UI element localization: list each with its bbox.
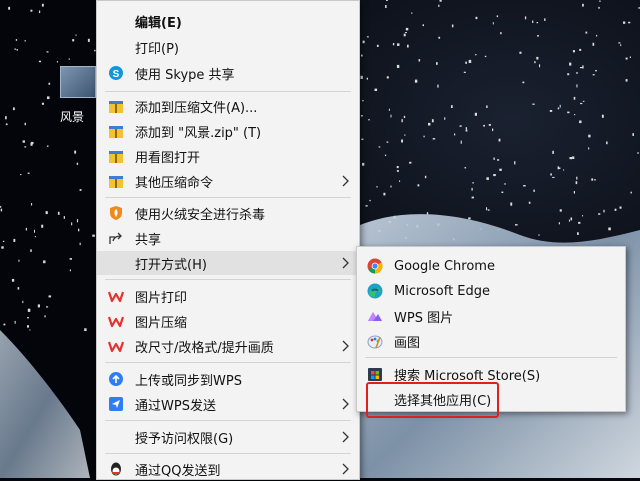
menu-item-resize-format[interactable]: 改尺寸/改格式/提升画质 [97,334,359,358]
menu-item-skype-share[interactable]: S 使用 Skype 共享 [97,61,359,85]
archive-icon [108,173,124,189]
menu-item-share[interactable]: 共享 [97,226,359,250]
menu-separator [105,197,351,198]
menu-separator [365,357,617,358]
wps-icon [108,338,124,354]
submenu-item-label: 搜索 Microsoft Store(S) [394,368,541,384]
wps-icon [108,288,124,304]
menu-item-label: 改尺寸/改格式/提升画质 [135,340,274,356]
submenu-item-edge[interactable]: Microsoft Edge [357,279,625,303]
menu-item-label: 用看图打开 [135,150,201,166]
menu-separator [105,420,351,421]
edge-icon [367,283,383,299]
cloud-upload-icon [108,371,124,387]
menu-item-label: 使用火绒安全进行杀毒 [135,207,266,223]
menu-item-add-to-archive[interactable]: 添加到压缩文件(A)... [97,94,359,118]
wps-send-icon [108,396,124,412]
annotation-highlight-box [366,382,499,418]
svg-text:S: S [113,69,120,80]
qq-icon [108,461,124,477]
chevron-right-icon [340,256,350,270]
menu-item-other-compress[interactable]: 其他压缩命令 [97,169,359,193]
menu-separator [105,279,351,280]
chevron-right-icon [340,430,350,444]
menu-item-huorong-scan[interactable]: 使用火绒安全进行杀毒 [97,201,359,225]
menu-item-edit[interactable]: 编辑(E) [97,9,359,33]
menu-item-label: 通过WPS发送 [135,398,216,414]
image-viewer-icon [108,148,124,164]
submenu-item-chrome[interactable]: Google Chrome [357,254,625,278]
skype-icon: S [108,65,124,81]
menu-item-send-via-wps[interactable]: 通过WPS发送 [97,392,359,416]
menu-item-open-with-viewer[interactable]: 用看图打开 [97,144,359,168]
menu-item-label: 添加到 "风景.zip" (T) [135,125,262,141]
menu-item-upload-wps[interactable]: 上传或同步到WPS [97,367,359,391]
chevron-right-icon [340,339,350,353]
submenu-item-label: 画图 [394,335,421,351]
menu-item-grant-access[interactable]: 授予访问权限(G) [97,425,359,449]
submenu-item-wps-pictures[interactable]: WPS 图片 [357,304,625,328]
menu-separator [105,362,351,363]
chevron-right-icon [340,462,350,476]
menu-item-label: 其他压缩命令 [135,175,214,191]
menu-item-label: 使用 Skype 共享 [135,67,235,83]
huorong-shield-icon [108,205,124,221]
menu-item-label: 编辑(E) [135,15,182,31]
archive-icon [108,123,124,139]
menu-item-label: 授予访问权限(G) [135,431,234,447]
image-thumbnail-icon [60,66,96,98]
share-icon [108,230,124,246]
submenu-item-label: Microsoft Edge [394,283,491,299]
menu-separator [105,453,351,454]
menu-item-image-print[interactable]: 图片打印 [97,284,359,308]
store-icon [367,366,383,382]
wps-pictures-icon [367,308,383,324]
submenu-item-label: Google Chrome [394,258,495,274]
menu-item-label: 上传或同步到WPS [135,373,242,389]
menu-item-label: 图片打印 [135,290,188,306]
menu-item-add-to-zip[interactable]: 添加到 "风景.zip" (T) [97,119,359,143]
menu-item-label: 打印(P) [135,41,179,57]
menu-item-label: 通过QQ发送到 [135,463,221,479]
menu-item-print[interactable]: 打印(P) [97,35,359,59]
menu-item-label: 图片压缩 [135,315,188,331]
submenu-item-paint[interactable]: 画图 [357,329,625,353]
chevron-right-icon [340,174,350,188]
archive-icon [108,98,124,114]
submenu-item-label: WPS 图片 [394,310,454,326]
menu-separator [105,91,351,92]
menu-item-label: 添加到压缩文件(A)... [135,100,258,116]
context-menu: 编辑(E) 打印(P) S 使用 Skype 共享 添加到压缩文件(A)... … [96,0,360,480]
chrome-icon [367,258,383,274]
desktop-file-icon[interactable]: 风景 [60,66,100,128]
chevron-right-icon [340,397,350,411]
menu-item-open-with[interactable]: 打开方式(H) [97,251,359,275]
menu-item-label: 打开方式(H) [135,257,207,273]
menu-item-label: 共享 [135,232,162,248]
menu-item-send-via-qq[interactable]: 通过QQ发送到 [97,457,359,481]
desktop-file-label: 风景 [60,110,85,124]
paint-icon [367,333,383,349]
menu-item-image-compress[interactable]: 图片压缩 [97,309,359,333]
wps-icon [108,313,124,329]
